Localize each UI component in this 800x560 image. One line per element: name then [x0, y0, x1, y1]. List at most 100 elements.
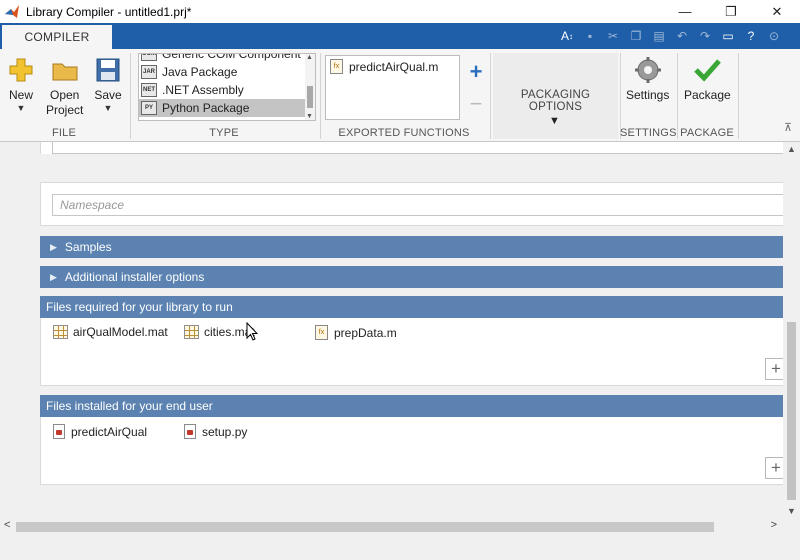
save-button[interactable]: Save ▼: [93, 55, 123, 113]
remove-exported-function-button[interactable]: −: [467, 93, 485, 115]
matlab-logo-icon: [5, 4, 19, 18]
installer-options-section-header[interactable]: ▶ Additional installer options: [40, 266, 783, 288]
packaging-options-button[interactable]: PACKAGING OPTIONS ▼: [493, 53, 618, 139]
new-star-icon: [9, 58, 33, 82]
font-size-icon[interactable]: A ↕: [557, 26, 577, 46]
installer-options-label: Additional installer options: [64, 270, 205, 284]
required-files-panel: airQualModel.mat cities.mat fx prepData.…: [40, 318, 783, 386]
package-button[interactable]: Package: [684, 55, 731, 103]
file-item[interactable]: fx prepData.m: [315, 325, 397, 340]
settings-label: Settings: [626, 88, 670, 102]
undo-icon[interactable]: ↶: [672, 26, 692, 46]
type-item-dotnet[interactable]: NET .NET Assembly: [139, 81, 315, 99]
samples-label: Samples: [64, 240, 112, 254]
scroll-thumb[interactable]: [787, 322, 796, 500]
type-list[interactable]: COM Generic COM Component JAR Java Packa…: [138, 53, 316, 121]
type-item-python[interactable]: PY Python Package: [139, 99, 315, 117]
help-icon[interactable]: ?: [741, 26, 761, 46]
settings-section-label: SETTINGS: [620, 127, 677, 139]
maximize-button[interactable]: ❐: [708, 0, 754, 23]
file-name: setup.py: [202, 424, 248, 439]
collapse-ribbon-icon[interactable]: ⊼: [784, 121, 792, 134]
document-icon: [53, 424, 65, 439]
namespace-input[interactable]: Namespace: [52, 194, 783, 216]
samples-section-header[interactable]: ▶ Samples: [40, 236, 783, 258]
scroll-up-icon[interactable]: ▲: [787, 144, 796, 154]
quick-access-toolbar: A ↕ ▪ ✂ ❐ ▤ ↶ ↷ ▭ ? ⊙: [557, 26, 784, 46]
file-name: predictAirQual: [71, 424, 148, 439]
required-files-header: Files required for your library to run: [40, 296, 783, 318]
scroll-down-icon[interactable]: ▼: [787, 506, 796, 516]
gear-icon: [634, 57, 661, 83]
add-installed-file-button[interactable]: +: [765, 457, 783, 479]
chevron-down-icon: ▼: [103, 103, 113, 113]
mat-file-icon: [53, 325, 68, 339]
exported-functions-list[interactable]: fx predictAirQual.m: [325, 55, 460, 120]
vertical-scrollbar[interactable]: ▲ ▼: [783, 142, 800, 518]
mouse-cursor-icon: [246, 322, 258, 341]
close-button[interactable]: ✕: [754, 0, 800, 23]
installed-files-header: Files installed for your end user: [40, 395, 783, 417]
file-item[interactable]: airQualModel.mat: [53, 325, 168, 339]
scroll-left-icon[interactable]: <: [4, 519, 10, 531]
type-item-java[interactable]: JAR Java Package: [139, 63, 315, 81]
file-name: prepData.m: [334, 325, 397, 340]
save-label: Save: [94, 88, 122, 102]
chevron-down-icon: ▼: [16, 103, 26, 113]
open-project-button[interactable]: Open Project: [46, 55, 83, 118]
file-item[interactable]: cities.mat: [184, 325, 255, 339]
exported-function-item[interactable]: fx predictAirQual.m: [326, 56, 459, 77]
save-icon[interactable]: ▪: [580, 26, 600, 46]
m-file-icon: fx: [315, 325, 328, 340]
type-list-scrollbar[interactable]: ▲ ▼: [305, 54, 315, 120]
add-required-file-button[interactable]: +: [765, 358, 783, 380]
title-bar: Library Compiler - untitled1.prj* — ❐ ✕: [0, 0, 800, 23]
packaging-options-label: PACKAGING OPTIONS: [520, 89, 591, 113]
save-disk-icon: [96, 58, 120, 82]
cut-icon[interactable]: ✂: [603, 26, 623, 46]
window-title: Library Compiler - untitled1.prj*: [26, 4, 192, 19]
status-area: [0, 535, 800, 560]
copy-icon[interactable]: ❐: [626, 26, 646, 46]
scroll-down-icon[interactable]: ▼: [306, 113, 313, 120]
divider: [320, 53, 321, 139]
tab-compiler[interactable]: COMPILER: [2, 25, 112, 49]
com-component-icon: COM: [141, 54, 157, 61]
type-item-label: .NET Assembly: [162, 83, 244, 97]
divider: [738, 53, 739, 139]
python-package-icon: PY: [141, 101, 157, 115]
ribbon: New ▼ Open Project Save ▼ FILE COM Gener…: [0, 49, 800, 142]
file-item[interactable]: setup.py: [184, 424, 247, 439]
open-label-line1: Open: [50, 88, 80, 102]
type-item-label: Java Package: [162, 65, 238, 79]
scroll-thumb[interactable]: [16, 522, 714, 532]
scroll-up-icon[interactable]: ▲: [306, 54, 313, 61]
scroll-right-icon[interactable]: >: [771, 519, 777, 531]
paste-icon[interactable]: ▤: [649, 26, 669, 46]
window-icon[interactable]: ▭: [718, 26, 738, 46]
java-package-icon: JAR: [141, 65, 157, 79]
package-label: Package: [684, 88, 731, 102]
dotnet-assembly-icon: NET: [141, 83, 157, 97]
new-label: New: [8, 88, 33, 102]
exported-function-label: predictAirQual.m: [349, 59, 439, 74]
divider: [130, 53, 131, 139]
new-button[interactable]: New ▼: [6, 55, 36, 113]
installed-files-title: Files installed for your end user: [46, 399, 213, 413]
settings-button[interactable]: Settings: [626, 55, 669, 103]
horizontal-scrollbar[interactable]: < >: [0, 518, 783, 535]
required-files-title: Files required for your library to run: [46, 300, 233, 314]
ribbon-tab-strip: COMPILER A ↕ ▪ ✂ ❐ ▤ ↶ ↷ ▭ ? ⊙: [0, 23, 800, 49]
dropdown-icon[interactable]: ⊙: [764, 26, 784, 46]
divider: [490, 53, 491, 139]
main-content: Namespace ▶ Samples ▶ Additional install…: [0, 142, 783, 518]
type-item-com[interactable]: COM Generic COM Component: [139, 53, 315, 63]
minimize-button[interactable]: —: [662, 0, 708, 23]
file-item[interactable]: predictAirQual: [53, 424, 147, 439]
add-exported-function-button[interactable]: +: [467, 61, 485, 83]
scroll-thumb[interactable]: [307, 86, 313, 108]
redo-icon[interactable]: ↷: [695, 26, 715, 46]
type-item-label: Generic COM Component: [162, 53, 301, 61]
previous-input[interactable]: [52, 142, 783, 154]
package-section-label: PACKAGE: [680, 127, 734, 139]
